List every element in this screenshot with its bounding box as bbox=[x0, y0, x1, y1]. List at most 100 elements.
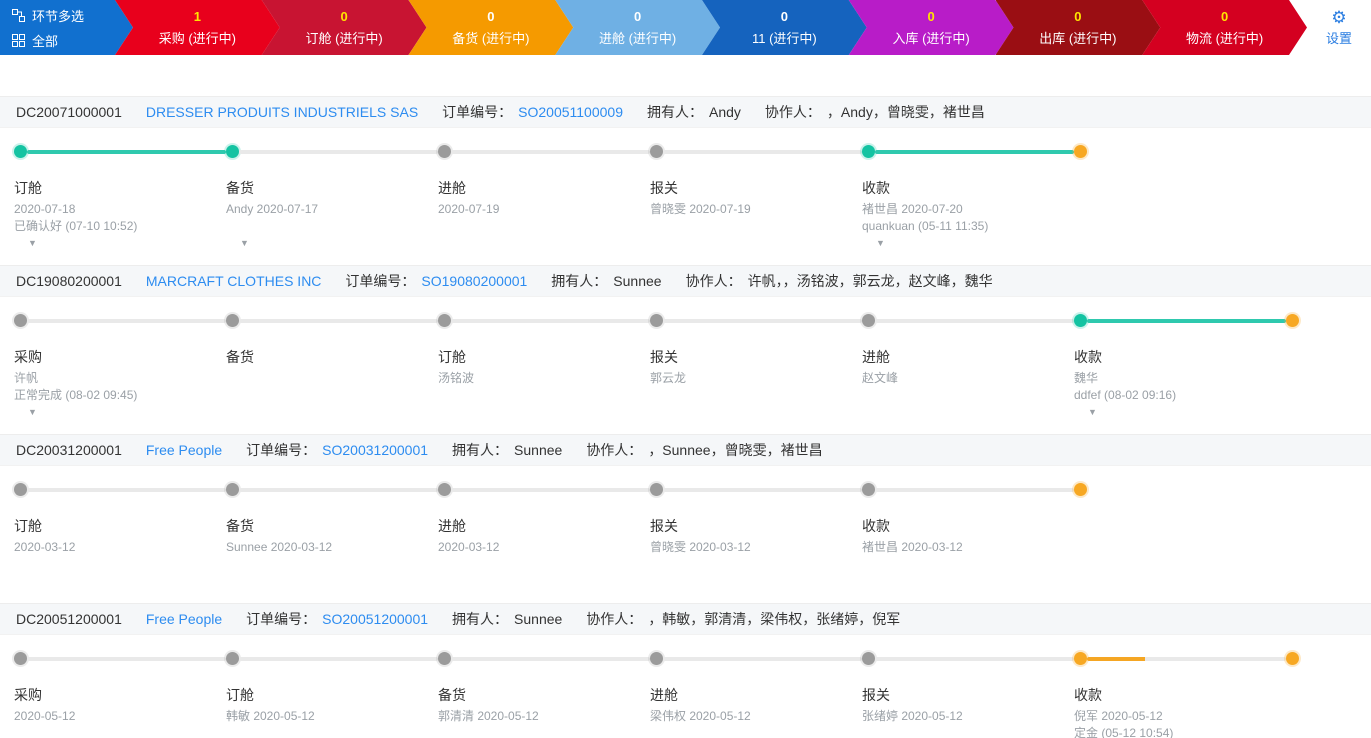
owner-label: 拥有人： bbox=[647, 104, 703, 120]
timeline-dot bbox=[438, 314, 451, 327]
timeline-end-dot bbox=[1074, 145, 1087, 158]
company-link[interactable]: DRESSER PRODUITS INDUSTRIELS SAS bbox=[146, 104, 418, 120]
timeline-line bbox=[875, 318, 1074, 323]
order-id: DC20051200001 bbox=[16, 611, 122, 627]
timeline-dot bbox=[438, 483, 451, 496]
collaborators-value: ，Sunnee，曾晓雯，褚世昌 bbox=[648, 442, 823, 458]
timeline-dot bbox=[226, 314, 239, 327]
stage-segment-3[interactable]: 0 进舱 (进行中) bbox=[555, 0, 720, 55]
order-no-label: 订单编号： bbox=[345, 273, 416, 289]
timeline-line bbox=[239, 487, 438, 492]
order-header: DC20051200001 Free People 订单编号： SO200512000… bbox=[0, 603, 1371, 635]
expand-toggle-icon[interactable]: ▼ bbox=[1088, 408, 1286, 417]
timeline-node: 报关 郭云龙 bbox=[650, 314, 862, 387]
order-no-label: 订单编号： bbox=[246, 611, 317, 627]
order-no-label: 订单编号： bbox=[246, 442, 317, 458]
timeline-dot bbox=[1074, 314, 1087, 327]
timeline-line bbox=[27, 487, 226, 492]
multiselect-icon bbox=[12, 9, 25, 22]
order-timeline: 采购 2020-05-12 订舱 韩敏 2020-05-12 备货 郭清清 2020-05… bbox=[0, 635, 1371, 738]
stage-detail: 2020-03-12 bbox=[14, 540, 76, 554]
collaborators-value: 许帆，，汤铭波，郭云龙，赵文峰，魏华 bbox=[747, 273, 993, 289]
stage-name: 采购 bbox=[14, 349, 42, 365]
owner-group: 拥有人： Andy bbox=[647, 102, 741, 122]
timeline-dot bbox=[862, 314, 875, 327]
expand-toggle-icon[interactable]: ▼ bbox=[876, 239, 1074, 248]
stage-segment-6[interactable]: 0 出库 (进行中) bbox=[996, 0, 1161, 55]
stage-segment-0[interactable]: 1 采购 (进行中) bbox=[115, 0, 280, 55]
company-link[interactable]: Free People bbox=[146, 611, 222, 627]
timeline-line bbox=[239, 149, 438, 154]
timeline-dot bbox=[14, 483, 27, 496]
stage-detail: 许帆 bbox=[14, 371, 39, 385]
order-no-group: 订单编号： SO19080200001 bbox=[345, 271, 527, 291]
collaborators-group: 协作人： ，韩敏，郭清清，梁伟权，张绪婷，倪军 bbox=[586, 609, 900, 629]
timeline-node: 报关 张绪婷 2020-05-12 bbox=[862, 652, 1074, 725]
collaborators-group: 协作人： 许帆，，汤铭波，郭云龙，赵文峰，魏华 bbox=[686, 271, 993, 291]
stage-detail: 褚世昌 2020-07-20 bbox=[862, 202, 963, 216]
timeline-line bbox=[875, 656, 1074, 661]
stage-segment-5[interactable]: 0 入库 (进行中) bbox=[849, 0, 1014, 55]
stage-detail: ddfef (08-02 09:16) bbox=[1074, 388, 1177, 402]
order-timeline: 订舱 2020-03-12 备货 Sunnee 2020-03-12 进舱 2020-03… bbox=[0, 466, 1371, 603]
timeline-node: 进舱 2020-03-12 bbox=[438, 483, 650, 556]
stage-multiselect[interactable]: 环节多选 bbox=[12, 6, 133, 25]
company-link[interactable]: MARCRAFT CLOTHES INC bbox=[146, 273, 322, 289]
owner-label: 拥有人： bbox=[551, 273, 608, 289]
order-row: DC20051200001 Free People 订单编号： SO200512000… bbox=[0, 603, 1371, 738]
stage-detail: 褚世昌 2020-03-12 bbox=[862, 540, 963, 554]
stage-detail: 倪军 2020-05-12 bbox=[1074, 709, 1163, 723]
expand-toggle-icon[interactable]: ▼ bbox=[240, 239, 438, 248]
collaborators-label: 协作人： bbox=[586, 611, 643, 627]
order-no-group: 订单编号： SO20051200001 bbox=[246, 609, 428, 629]
stage-count: 1 bbox=[193, 8, 201, 24]
timeline-dot bbox=[438, 652, 451, 665]
stage-detail: 2020-05-12 bbox=[14, 709, 76, 723]
stage-detail: 正常完成 (08-02 09:45) bbox=[14, 388, 138, 402]
all-grid-icon bbox=[12, 34, 25, 47]
stage-name: 收款 bbox=[862, 518, 890, 534]
gear-icon: ⚙ bbox=[1331, 7, 1347, 27]
timeline-dot bbox=[862, 483, 875, 496]
settings-label: 设置 bbox=[1325, 30, 1352, 46]
stage-name: 备货 bbox=[226, 518, 254, 534]
settings-button[interactable]: ⚙ 设置 bbox=[1307, 0, 1371, 55]
stage-label: 11 (进行中) bbox=[751, 30, 817, 46]
order-header: DC20031200001 Free People 订单编号： SO200312000… bbox=[0, 434, 1371, 466]
stage-topbar: 环节多选 全部 1 采购 (进行中) 0 订舱 (进行中) 0 备货 (进行中) 0 进舱 (… bbox=[0, 0, 1371, 55]
order-no-link[interactable]: SO19080200001 bbox=[421, 273, 527, 289]
timeline-line bbox=[875, 487, 1074, 492]
expand-toggle-icon[interactable]: ▼ bbox=[28, 408, 226, 417]
stage-name: 进舱 bbox=[862, 349, 890, 365]
stage-segment-2[interactable]: 0 备货 (进行中) bbox=[409, 0, 574, 55]
stage-detail: 汤铭波 bbox=[438, 371, 475, 385]
stage-all-label: 全部 bbox=[32, 33, 59, 49]
stage-detail: 曾晓雯 2020-07-19 bbox=[650, 202, 751, 216]
expand-toggle-icon[interactable]: ▼ bbox=[28, 239, 226, 248]
order-no-link[interactable]: SO20051100009 bbox=[518, 104, 623, 120]
company-link[interactable]: Free People bbox=[146, 442, 222, 458]
stage-all[interactable]: 全部 bbox=[12, 31, 133, 50]
stage-segment-7[interactable]: 0 物流 (进行中) bbox=[1142, 0, 1307, 55]
timeline-dot bbox=[226, 483, 239, 496]
timeline-node: 进舱 梁伟权 2020-05-12 bbox=[650, 652, 862, 725]
timeline-node: 收款 褚世昌 2020-07-20 quankuan (05-11 11:35) ▼ bbox=[862, 145, 1074, 248]
stage-count: 0 bbox=[1221, 8, 1229, 24]
order-no-link[interactable]: SO20031200001 bbox=[322, 442, 428, 458]
timeline-node: 订舱 2020-07-18 已确认好 (07-10 10:52) ▼ bbox=[14, 145, 226, 248]
timeline-dot bbox=[1074, 652, 1087, 665]
order-no-link[interactable]: SO20051200001 bbox=[322, 611, 428, 627]
stage-detail: 2020-07-18 bbox=[14, 202, 76, 216]
timeline-line bbox=[663, 487, 862, 492]
stage-segment-4[interactable]: 0 11 (进行中) bbox=[702, 0, 867, 55]
order-no-group: 订单编号： SO20031200001 bbox=[246, 440, 428, 460]
stage-segment-1[interactable]: 0 订舱 (进行中) bbox=[262, 0, 427, 55]
stage-name: 进舱 bbox=[438, 180, 466, 196]
timeline-line bbox=[27, 656, 226, 661]
stage-name: 报关 bbox=[650, 349, 678, 365]
timeline-line bbox=[451, 149, 650, 154]
stage-name: 报关 bbox=[650, 518, 678, 534]
timeline-line bbox=[451, 318, 650, 323]
stage-detail: quankuan (05-11 11:35) bbox=[862, 219, 989, 233]
timeline-node: 备货 郭清清 2020-05-12 bbox=[438, 652, 650, 725]
